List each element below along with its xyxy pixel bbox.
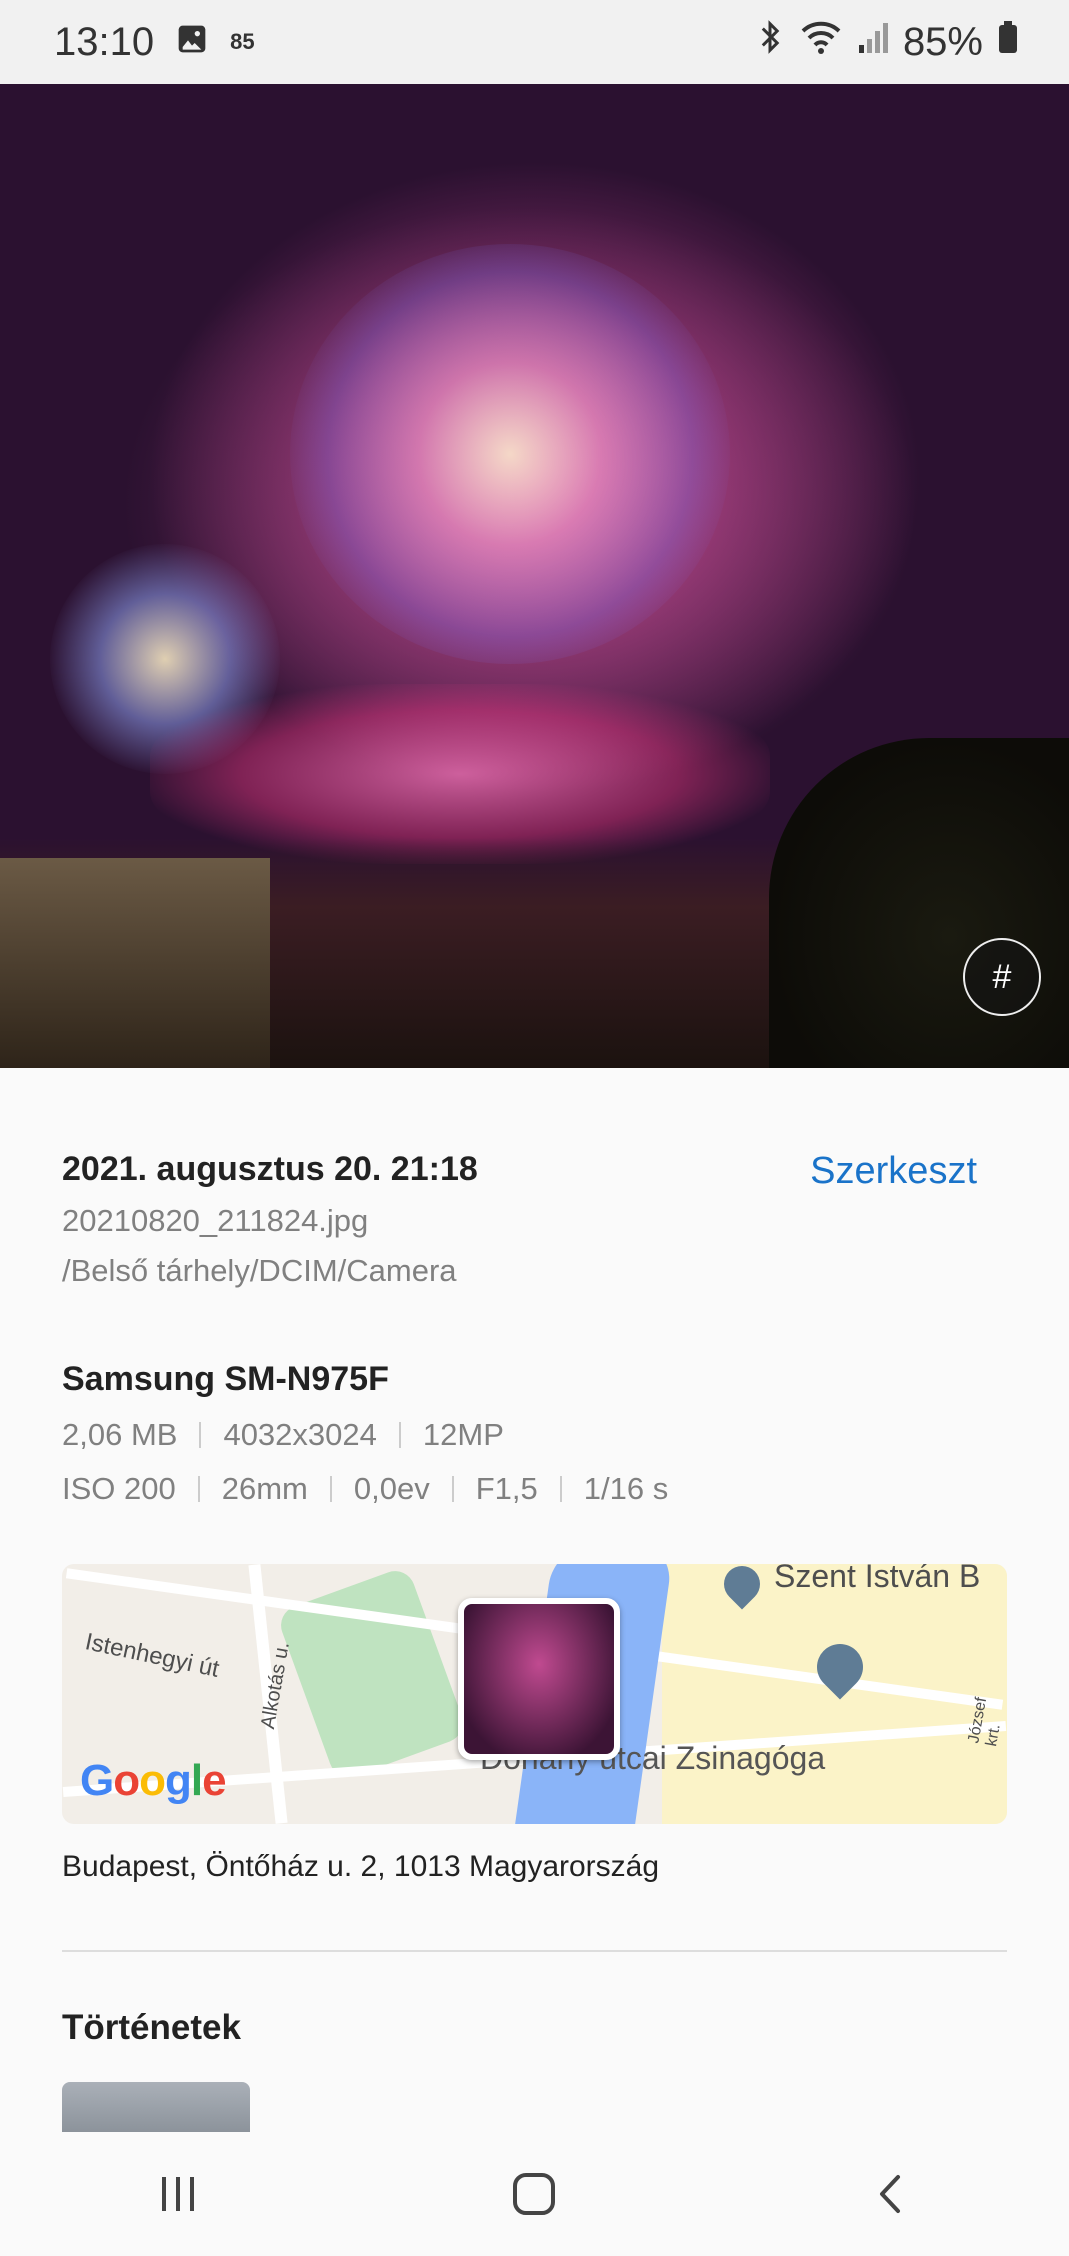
photo-path: /Belső tárhely/DCIM/Camera (62, 1253, 457, 1288)
resolution: 4032x3024 (223, 1417, 377, 1452)
map-park (275, 1565, 469, 1783)
bluetooth-icon (755, 19, 785, 65)
map-label-street: Istenhegyi út (82, 1628, 222, 1683)
photo-tree (769, 738, 1069, 1068)
wifi-icon (799, 19, 843, 65)
home-icon[interactable] (494, 2154, 574, 2234)
map-label-szent: Szent István B (774, 1564, 981, 1594)
separator (197, 1476, 200, 1502)
back-icon[interactable] (851, 2154, 931, 2234)
photo-firework-main (290, 244, 730, 664)
separator (559, 1476, 562, 1502)
battery-icon (997, 19, 1019, 65)
location-map[interactable]: Istenhegyi út Alkotás u. Szent István B … (62, 1564, 1007, 1824)
separator (398, 1422, 401, 1448)
navigation-bar (0, 2132, 1069, 2256)
photo-details: 2021. augusztus 20. 21:18 Szerkeszt 2021… (62, 1150, 1007, 1289)
story-thumbnail[interactable] (62, 2082, 250, 2132)
spec-row-file: 2,06 MB 4032x3024 12MP (62, 1417, 1007, 1453)
megapixels: 12MP (422, 1417, 504, 1452)
device-name: Samsung SM-N975F (62, 1360, 389, 1398)
status-bar: 13:10 85 85% (0, 0, 1069, 84)
file-size: 2,06 MB (62, 1417, 178, 1452)
exposure-value: 0,0ev (353, 1471, 430, 1506)
section-divider (62, 1950, 1007, 1952)
shutter-speed: 1/16 s (583, 1471, 669, 1506)
iso: ISO 200 (62, 1471, 176, 1506)
recent-apps-icon[interactable] (138, 2154, 218, 2234)
photo-viewer[interactable]: # (0, 84, 1069, 1068)
edit-button[interactable]: Szerkeszt (810, 1150, 977, 1193)
map-label-jozsef: József krt. (965, 1696, 1004, 1748)
hashtag-label: # (992, 957, 1012, 996)
status-time: 13:10 (54, 19, 155, 64)
notification-badge: 85 (230, 29, 255, 54)
stories-title: Történetek (62, 2008, 241, 2047)
device-info: Samsung SM-N975F 2,06 MB 4032x3024 12MP … (62, 1360, 1007, 1507)
photo-firework-low (150, 684, 770, 864)
hashtag-button[interactable]: # (963, 938, 1041, 1016)
location-address: Budapest, Öntőház u. 2, 1013 Magyarorszá… (62, 1850, 660, 1883)
google-logo: Google (80, 1756, 227, 1805)
separator (329, 1476, 332, 1502)
photo-building (0, 858, 270, 1068)
focal-length: 26mm (221, 1471, 308, 1506)
image-icon (176, 20, 208, 65)
battery-percent: 85% (902, 19, 983, 64)
aperture: F1,5 (475, 1471, 538, 1506)
separator (451, 1476, 454, 1502)
signal-icon (857, 19, 889, 65)
photo-filename: 20210820_211824.jpg (62, 1203, 369, 1238)
spec-row-camera: ISO 200 26mm 0,0ev F1,5 1/16 s (62, 1471, 1007, 1507)
separator (199, 1422, 202, 1448)
map-photo-thumbnail[interactable] (458, 1598, 620, 1760)
